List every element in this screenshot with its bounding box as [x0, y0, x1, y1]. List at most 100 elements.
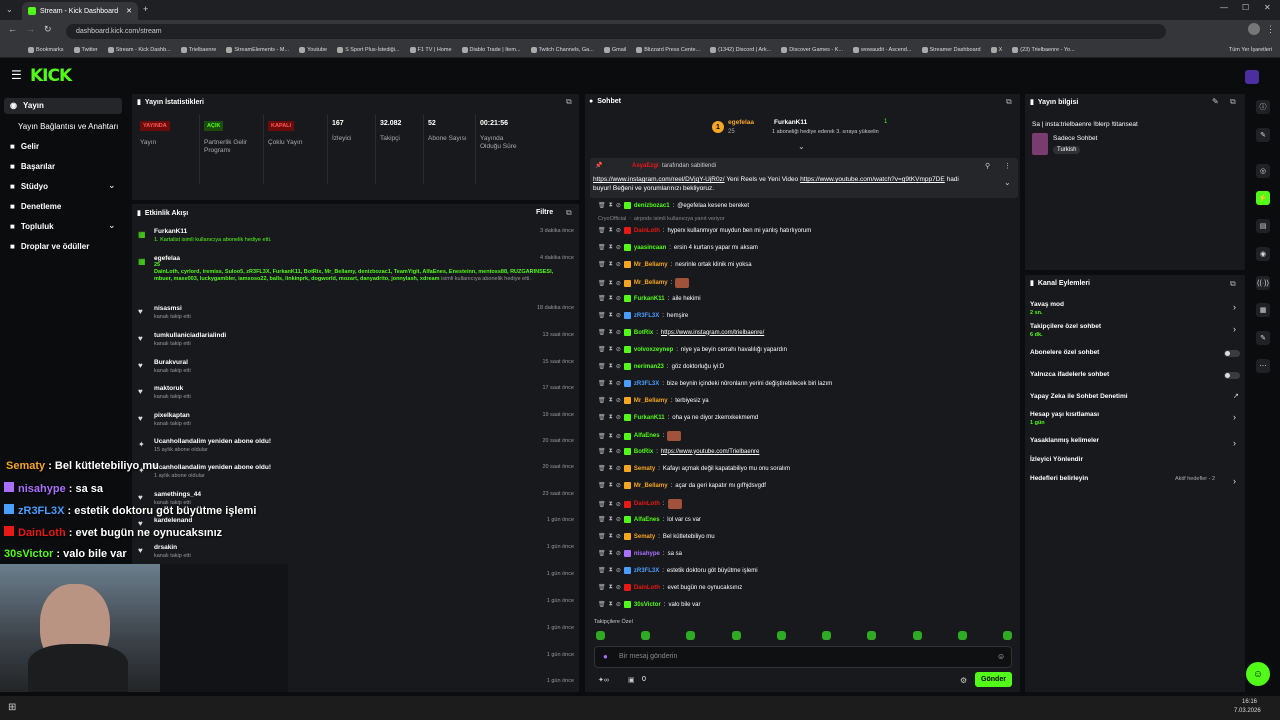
activity-name[interactable]: drsakin [154, 544, 177, 551]
chat-username[interactable]: DainLoth [634, 585, 660, 591]
timeout-icon[interactable]: ⧗ [609, 380, 613, 387]
timeout-icon[interactable]: ⧗ [609, 363, 613, 370]
timeout-icon[interactable]: ⧗ [609, 584, 613, 591]
bookmark-item[interactable]: Twitch Channels, Ga... [530, 46, 594, 53]
popout-icon[interactable]: ⧉ [1230, 97, 1236, 107]
bookmark-item[interactable]: F1 TV | Home [409, 46, 452, 53]
chat-username[interactable]: zR3FL3X [634, 381, 659, 387]
ban-icon[interactable]: ⊘ [616, 227, 621, 234]
bookmark-item[interactable]: (1342) Discord | Ark... [710, 46, 771, 53]
ban-icon[interactable]: ⊘ [616, 244, 621, 251]
trash-icon[interactable]: 🗑 [598, 433, 606, 440]
forward-icon[interactable]: → [26, 24, 35, 34]
bookmark-item[interactable]: Twitter [73, 46, 98, 53]
emote-icon[interactable] [912, 631, 922, 640]
trash-icon[interactable]: 🗑 [598, 202, 606, 209]
close-tab-icon[interactable]: ✕ [126, 7, 132, 15]
activity-name[interactable]: FurkanK11 [154, 228, 187, 235]
channel-action-label[interactable]: İzleyici Yönlendir [1030, 456, 1083, 463]
emote-icon[interactable] [776, 631, 786, 640]
card-icon[interactable]: ▤ [1256, 219, 1270, 233]
activity-name[interactable]: Burakvural [154, 359, 188, 366]
chat-username[interactable]: AlfaEnes [634, 433, 660, 439]
timeout-icon[interactable]: ⧗ [609, 433, 613, 440]
timeout-icon[interactable]: ⧗ [609, 516, 613, 523]
toggle-switch[interactable] [1224, 350, 1240, 357]
trash-icon[interactable]: 🗑 [598, 533, 606, 540]
ban-icon[interactable]: ⊘ [616, 261, 621, 268]
channel-action-label[interactable]: Yalnızca ifadelerle sohbet [1030, 371, 1109, 378]
reload-icon[interactable]: ↻ [44, 24, 52, 35]
chat-username[interactable]: BotRix [634, 330, 653, 336]
gift-icon[interactable]: ▣ [628, 676, 635, 684]
timeout-icon[interactable]: ⧗ [609, 482, 613, 489]
ban-icon[interactable]: ⊘ [616, 584, 621, 591]
trash-icon[interactable]: 🗑 [598, 329, 606, 336]
popout-icon[interactable]: ⧉ [566, 97, 572, 107]
chat-username[interactable]: FurkanK11 [634, 415, 665, 421]
chat-username[interactable]: DainLoth [634, 228, 660, 234]
bookmark-item[interactable]: S Sport Plus-İstediği... [337, 46, 400, 53]
send-button[interactable]: Gönder [975, 672, 1012, 687]
minimize-icon[interactable]: — [1220, 3, 1228, 12]
timeout-icon[interactable]: ⧗ [609, 601, 613, 608]
activity-name[interactable]: Ucanhollandalim yeniden abone oldu! [154, 464, 271, 471]
wrench-icon[interactable]: ✎ [1256, 331, 1270, 345]
timeout-icon[interactable]: ⧗ [609, 227, 613, 234]
trash-icon[interactable]: 🗑 [598, 448, 606, 455]
reply-user[interactable]: CryoOfficial [598, 216, 626, 222]
ban-icon[interactable]: ⊘ [616, 601, 621, 608]
all-bookmarks[interactable]: Tüm Yer İşaretleri [1229, 47, 1272, 53]
emote-icon[interactable] [1002, 631, 1012, 640]
activity-name[interactable]: egefelaa [154, 255, 180, 262]
bookmark-item[interactable]: Diablo Trade | Item... [461, 46, 521, 53]
timeout-icon[interactable]: ⧗ [609, 280, 613, 287]
chevron-right-icon[interactable]: › [1233, 302, 1236, 312]
external-link-icon[interactable]: ↗ [1233, 392, 1239, 400]
activity-name[interactable]: tumkullaniciadlarialindi [154, 332, 226, 339]
chevron-right-icon[interactable]: › [1233, 476, 1236, 486]
trash-icon[interactable]: 🗑 [598, 501, 606, 508]
ban-icon[interactable]: ⊘ [616, 280, 621, 287]
ban-icon[interactable]: ⊘ [616, 329, 621, 336]
chat-username[interactable]: Mr_Bellamy [634, 398, 668, 404]
trash-icon[interactable]: 🗑 [598, 550, 606, 557]
bookmark-item[interactable]: Stream - Kick Dashb... [107, 46, 171, 53]
sidebar-item-yayin[interactable]: ◉ Yayın [10, 101, 44, 110]
activity-name[interactable]: pixelkaptan [154, 412, 190, 419]
trash-icon[interactable]: 🗑 [598, 244, 606, 251]
timeout-icon[interactable]: ⧗ [609, 295, 613, 302]
unpin-icon[interactable]: ⚲ [985, 162, 990, 170]
points-icon[interactable]: ✦∞ [598, 676, 609, 684]
chat-username[interactable]: Mr_Bellamy [634, 483, 668, 489]
chat-username[interactable]: zR3FL3X [634, 568, 659, 574]
pinned-link-instagram[interactable]: https://www.instagram.com/reel/DVjqY-UjR… [593, 176, 725, 183]
ban-icon[interactable]: ⊘ [616, 465, 621, 472]
trash-icon[interactable]: 🗑 [598, 397, 606, 404]
trash-icon[interactable]: 🗑 [598, 346, 606, 353]
timeout-icon[interactable]: ⧗ [609, 329, 613, 336]
ban-icon[interactable]: ⊘ [616, 567, 621, 574]
more-icon[interactable]: ⋮ [1004, 162, 1011, 170]
chat-username[interactable]: denizbozac1 [634, 203, 670, 209]
emoji-icon[interactable]: ☺ [997, 652, 1005, 661]
category-name[interactable]: Sadece Sohbet [1053, 135, 1097, 142]
chevron-right-icon[interactable]: › [1233, 438, 1236, 448]
sidebar-item-topluluk[interactable]: ■ Topluluk [10, 222, 54, 231]
message-icon[interactable]: ◉ [1256, 247, 1270, 261]
channel-action-label[interactable]: Takipçilere özel sohbet [1030, 323, 1101, 330]
profile-avatar[interactable] [1248, 23, 1260, 35]
pinned-link-youtube[interactable]: https://www.youtube.com/watch?v=g9tKVmpp… [800, 176, 945, 183]
sidebar-item-gelir[interactable]: ■ Gelir [10, 142, 39, 151]
channel-action-label[interactable]: Abonelere özel sohbet [1030, 349, 1099, 356]
chat-username[interactable]: FurkanK11 [634, 296, 665, 302]
chevron-right-icon[interactable]: › [1233, 412, 1236, 422]
collapse-icon[interactable]: ⌄ [798, 142, 805, 151]
trash-icon[interactable]: 🗑 [598, 280, 606, 287]
browser-tab[interactable]: Stream - Kick Dashboard ✕ [22, 2, 138, 20]
ban-icon[interactable]: ⊘ [616, 516, 621, 523]
bookmark-item[interactable]: StreamElements - M... [226, 46, 289, 53]
chevron-down-icon[interactable]: ⌄ [108, 180, 116, 191]
tab-list-icon[interactable]: ⌄ [6, 5, 13, 14]
trash-icon[interactable]: 🗑 [598, 584, 606, 591]
